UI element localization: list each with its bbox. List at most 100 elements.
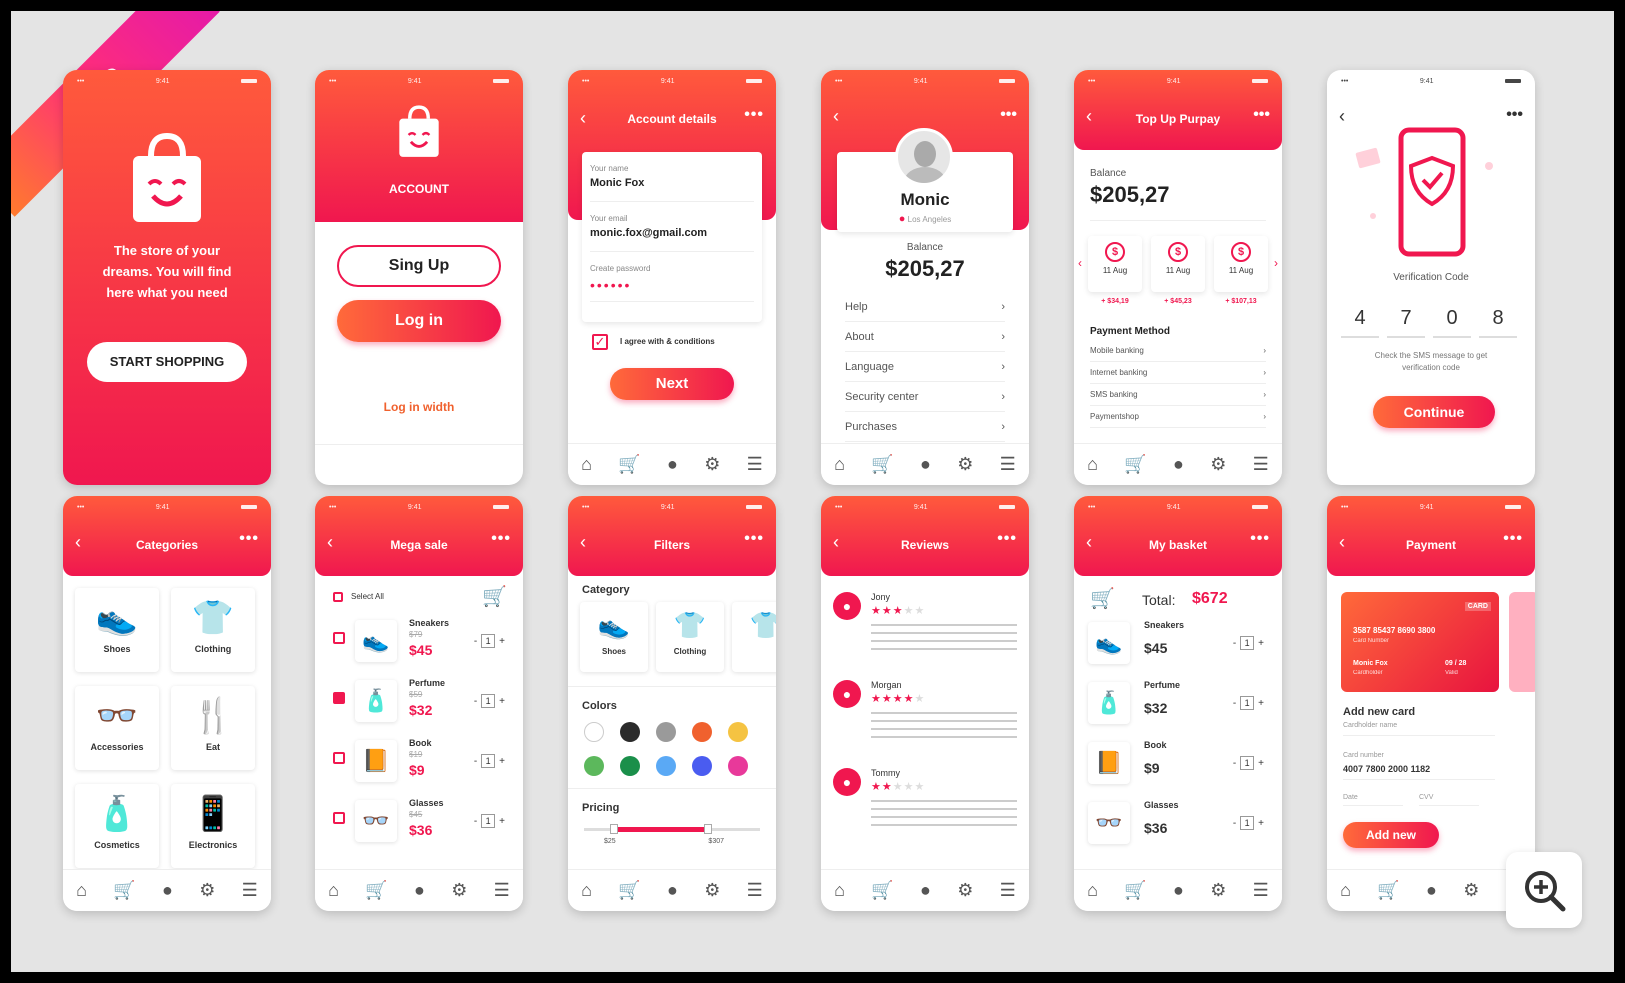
quantity-stepper[interactable]: -1 + xyxy=(1233,696,1264,710)
quantity-stepper[interactable]: -1 + xyxy=(1233,756,1264,770)
store-icon[interactable]: ⌂ xyxy=(834,880,845,901)
gear-icon[interactable]: ⚙ xyxy=(957,880,973,901)
cart-icon[interactable]: 🛒 xyxy=(871,880,893,901)
color-swatch[interactable] xyxy=(620,722,640,742)
gear-icon[interactable]: ⚙ xyxy=(1210,880,1226,901)
menu-icon[interactable]: ☰ xyxy=(747,454,763,475)
filter-category-clothing[interactable]: 👕 Clothing xyxy=(656,602,724,672)
price-min-handle[interactable] xyxy=(610,824,618,834)
gear-icon[interactable]: ⚙ xyxy=(957,454,973,475)
topup-coin[interactable]: $ 11 Aug xyxy=(1088,236,1142,292)
cart-icon[interactable]: 🛒 xyxy=(1124,454,1146,475)
color-swatch[interactable] xyxy=(692,722,712,742)
user-icon[interactable]: ● xyxy=(1426,880,1437,901)
add-new-button[interactable]: Add new xyxy=(1343,822,1439,848)
log-in-with-link[interactable]: Log in width xyxy=(315,400,523,414)
more-icon[interactable]: ••• xyxy=(744,106,764,124)
more-icon[interactable]: ••• xyxy=(997,530,1017,548)
topup-coin[interactable]: $ 11 Aug xyxy=(1151,236,1205,292)
store-icon[interactable]: ⌂ xyxy=(581,880,592,901)
log-in-button[interactable]: Log in xyxy=(337,300,501,342)
menu-item-about[interactable]: About › xyxy=(845,322,1005,352)
color-swatch[interactable] xyxy=(584,722,604,742)
gear-icon[interactable]: ⚙ xyxy=(704,880,720,901)
cardholder-name-field[interactable]: Cardholder name xyxy=(1343,722,1495,736)
back-icon[interactable]: ‹ xyxy=(1339,106,1345,127)
category-electronics[interactable]: 📱 Electronics xyxy=(171,784,255,868)
quantity-stepper[interactable]: -1 + xyxy=(474,754,505,768)
cart-icon[interactable]: 🛒 xyxy=(1377,880,1399,901)
cart-icon[interactable]: 🛒 xyxy=(1124,880,1146,901)
agree-checkbox[interactable]: ✓ xyxy=(592,334,608,350)
more-icon[interactable]: ••• xyxy=(1250,530,1270,548)
color-swatch[interactable] xyxy=(728,722,748,742)
menu-icon[interactable]: ☰ xyxy=(1253,454,1269,475)
card-number-field[interactable]: 4007 7800 2000 1182 xyxy=(1343,764,1495,780)
topup-coin[interactable]: $ 11 Aug xyxy=(1214,236,1268,292)
more-icon[interactable]: ••• xyxy=(491,530,511,548)
gear-icon[interactable]: ⚙ xyxy=(451,880,467,901)
user-icon[interactable]: ● xyxy=(414,880,425,901)
more-icon[interactable]: ••• xyxy=(1253,106,1270,124)
menu-item-security[interactable]: Security center › xyxy=(845,382,1005,412)
store-icon[interactable]: ⌂ xyxy=(581,454,592,475)
quantity-stepper[interactable]: -1 + xyxy=(474,634,505,648)
quantity-stepper[interactable]: -1 + xyxy=(474,814,505,828)
otp-digit[interactable]: 8 xyxy=(1479,298,1517,338)
sign-up-button[interactable]: Sing Up xyxy=(337,245,501,287)
back-icon[interactable]: ‹ xyxy=(833,106,839,127)
start-shopping-button[interactable]: START SHOPPING xyxy=(87,342,247,382)
zoom-in-button[interactable] xyxy=(1506,852,1582,928)
user-icon[interactable]: ● xyxy=(1173,454,1184,475)
more-icon[interactable]: ••• xyxy=(1506,106,1523,124)
date-field[interactable]: Date xyxy=(1343,794,1403,806)
chevron-left-icon[interactable]: ‹ xyxy=(1078,256,1082,270)
method-paymentshop[interactable]: Paymentshop › xyxy=(1090,406,1266,428)
cart-icon[interactable]: 🛒 xyxy=(618,454,640,475)
credit-card[interactable]: CARD 3587 85437 8690 3800 Card Number Mo… xyxy=(1341,592,1499,692)
cart-icon[interactable]: 🛒 xyxy=(482,584,507,609)
menu-icon[interactable]: ☰ xyxy=(747,880,763,901)
menu-icon[interactable]: ☰ xyxy=(1253,880,1269,901)
category-shoes[interactable]: 👟 Shoes xyxy=(75,588,159,672)
otp-digit[interactable]: 4 xyxy=(1341,298,1379,338)
user-icon[interactable]: ● xyxy=(1173,880,1184,901)
user-icon[interactable]: ● xyxy=(667,454,678,475)
menu-icon[interactable]: ☰ xyxy=(494,880,510,901)
select-all-checkbox[interactable] xyxy=(333,592,343,602)
product-checkbox[interactable] xyxy=(333,692,345,704)
next-card-preview[interactable] xyxy=(1509,592,1535,692)
menu-item-language[interactable]: Language › xyxy=(845,352,1005,382)
category-eat[interactable]: 🍴 Eat xyxy=(171,686,255,770)
chevron-right-icon[interactable]: › xyxy=(1274,256,1278,270)
store-icon[interactable]: ⌂ xyxy=(1087,454,1098,475)
quantity-stepper[interactable]: -1 + xyxy=(1233,636,1264,650)
method-internet-banking[interactable]: Internet banking › xyxy=(1090,362,1266,384)
color-swatch[interactable] xyxy=(728,756,748,776)
price-max-handle[interactable] xyxy=(704,824,712,834)
gear-icon[interactable]: ⚙ xyxy=(1210,454,1226,475)
category-clothing[interactable]: 👕 Clothing xyxy=(171,588,255,672)
gear-icon[interactable]: ⚙ xyxy=(704,454,720,475)
cvv-field[interactable]: CVV xyxy=(1419,794,1479,806)
store-icon[interactable]: ⌂ xyxy=(834,454,845,475)
store-icon[interactable]: ⌂ xyxy=(328,880,339,901)
product-checkbox[interactable] xyxy=(333,752,345,764)
email-field[interactable]: monic.fox@gmail.com xyxy=(590,227,754,239)
name-field[interactable]: Monic Fox xyxy=(590,177,754,189)
more-icon[interactable]: ••• xyxy=(1000,106,1017,124)
menu-icon[interactable]: ☰ xyxy=(242,880,258,901)
color-swatch[interactable] xyxy=(656,756,676,776)
category-accessories[interactable]: 👓 Accessories xyxy=(75,686,159,770)
next-button[interactable]: Next xyxy=(610,368,734,400)
product-checkbox[interactable] xyxy=(333,632,345,644)
cart-icon[interactable]: 🛒 xyxy=(113,880,135,901)
more-icon[interactable]: ••• xyxy=(239,530,259,548)
menu-icon[interactable]: ☰ xyxy=(1000,454,1016,475)
quantity-stepper[interactable]: -1 + xyxy=(474,694,505,708)
password-field[interactable]: •••••• xyxy=(590,277,754,293)
user-icon[interactable]: ● xyxy=(667,880,678,901)
cart-icon[interactable]: 🛒 xyxy=(871,454,893,475)
color-swatch[interactable] xyxy=(692,756,712,776)
user-icon[interactable]: ● xyxy=(920,880,931,901)
